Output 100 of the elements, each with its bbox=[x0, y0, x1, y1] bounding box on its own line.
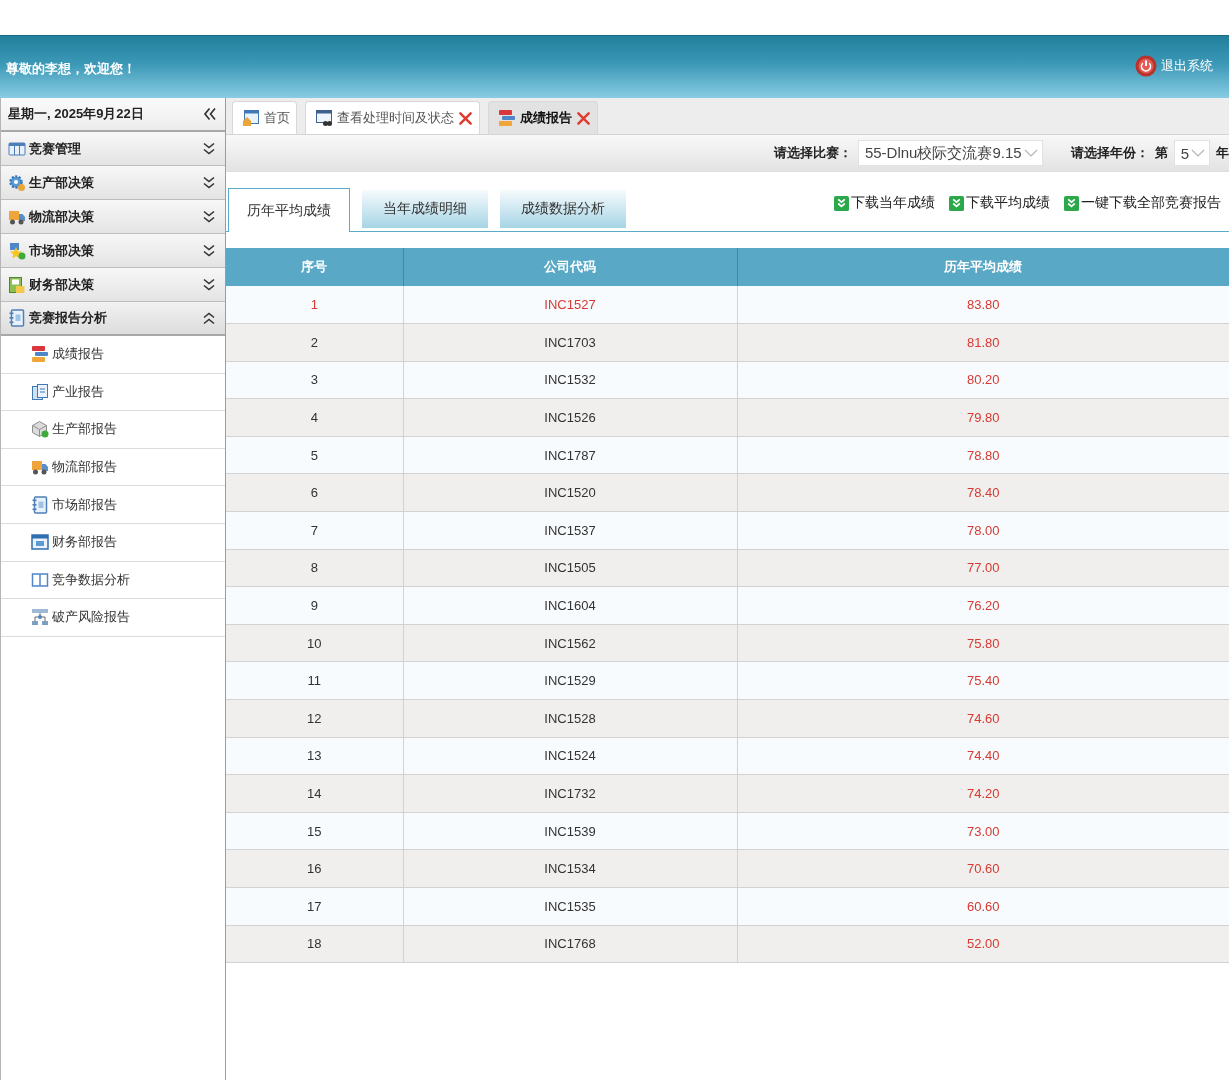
table-cell: INC1539 bbox=[403, 812, 737, 850]
gears-icon bbox=[8, 173, 26, 192]
table-cell: 78.80 bbox=[737, 436, 1229, 474]
table-cell: 15 bbox=[226, 812, 403, 850]
table-cell: INC1528 bbox=[403, 699, 737, 738]
nav-section-header[interactable]: 财务部决策 bbox=[1, 268, 225, 302]
table-cell: 52.00 bbox=[737, 925, 1229, 963]
unit-label: 年 bbox=[1216, 144, 1229, 162]
table-cell: INC1562 bbox=[403, 624, 737, 662]
table-cell: 6 bbox=[226, 473, 403, 512]
table-cell: INC1520 bbox=[403, 473, 737, 512]
box-icon bbox=[31, 420, 49, 439]
table-cell: 12 bbox=[226, 699, 403, 738]
caret-icon bbox=[1023, 149, 1038, 157]
table-cell: 2 bbox=[226, 323, 403, 362]
table-cell: 9 bbox=[226, 586, 403, 625]
table-cell: 17 bbox=[226, 887, 403, 926]
table-cell: 74.40 bbox=[737, 737, 1229, 775]
table-cell: INC1732 bbox=[403, 774, 737, 813]
dropdown-field[interactable]: 55-Dlnu校际交流赛9.15 bbox=[857, 140, 1043, 166]
double-chevron-down-icon bbox=[202, 142, 216, 155]
page-tab[interactable]: 查看处理时间及状态 bbox=[305, 101, 480, 134]
table-icon bbox=[8, 139, 26, 158]
welcome-text: 尊敬的李想，欢迎您！ bbox=[6, 60, 136, 78]
double-chevron-left-icon bbox=[203, 107, 217, 121]
table-cell: 79.80 bbox=[737, 398, 1229, 437]
table-cell: 13 bbox=[226, 737, 403, 775]
table-cell: 1 bbox=[226, 286, 403, 324]
books-icon bbox=[31, 345, 49, 364]
nav-section-header[interactable]: 生产部决策 bbox=[1, 166, 225, 200]
report-tab[interactable]: 当年成绩明细 bbox=[362, 190, 488, 228]
table-cell: 16 bbox=[226, 849, 403, 888]
close-icon[interactable] bbox=[458, 110, 473, 126]
star-badge-icon bbox=[8, 241, 26, 260]
page-tab[interactable]: 成绩报告 bbox=[488, 101, 598, 134]
collapse-button[interactable] bbox=[203, 107, 217, 121]
home-window-icon bbox=[242, 109, 260, 127]
download-link[interactable]: 一键下载全部竞赛报告 bbox=[1064, 194, 1221, 212]
page-tab[interactable]: 首页 bbox=[232, 101, 297, 134]
column-header: 序号 bbox=[226, 248, 403, 286]
columns-icon bbox=[31, 570, 49, 589]
column-header: 历年平均成绩 bbox=[737, 248, 1229, 286]
table-cell: INC1535 bbox=[403, 887, 737, 926]
download-icon bbox=[834, 195, 849, 211]
table-cell: INC1604 bbox=[403, 586, 737, 625]
notebook-icon bbox=[8, 309, 26, 327]
table-cell: INC1524 bbox=[403, 737, 737, 775]
table-cell: 7 bbox=[226, 511, 403, 550]
table-cell: INC1532 bbox=[403, 361, 737, 399]
download-icon bbox=[949, 195, 964, 211]
table-cell: INC1537 bbox=[403, 511, 737, 550]
table-cell: INC1526 bbox=[403, 398, 737, 437]
table-cell: 18 bbox=[226, 925, 403, 963]
table-cell: INC1527 bbox=[403, 286, 737, 324]
table-cell: 76.20 bbox=[737, 586, 1229, 625]
table-cell: 78.40 bbox=[737, 473, 1229, 512]
double-chevron-down-icon bbox=[202, 278, 216, 291]
table-cell: 74.20 bbox=[737, 774, 1229, 813]
double-chevron-down-icon bbox=[202, 176, 216, 189]
table-cell: 77.00 bbox=[737, 549, 1229, 587]
nav-section-header[interactable]: 竞赛管理 bbox=[1, 132, 225, 166]
table-cell: 80.20 bbox=[737, 361, 1229, 399]
table-cell: 14 bbox=[226, 774, 403, 813]
double-chevron-down-icon bbox=[202, 244, 216, 257]
table-cell: 78.00 bbox=[737, 511, 1229, 550]
table-cell: 70.60 bbox=[737, 849, 1229, 888]
caret-icon bbox=[1191, 149, 1205, 157]
table-cell: 75.80 bbox=[737, 624, 1229, 662]
filter-label: 请选择年份： bbox=[1070, 144, 1149, 162]
table-cell: 11 bbox=[226, 661, 403, 700]
table-cell: INC1529 bbox=[403, 661, 737, 700]
network-icon bbox=[31, 608, 49, 627]
download-link[interactable]: 下载当年成绩 bbox=[834, 194, 935, 212]
table-cell: 83.80 bbox=[737, 286, 1229, 324]
table-cell: INC1768 bbox=[403, 925, 737, 963]
report-tab[interactable]: 历年平均成绩 bbox=[228, 188, 350, 232]
notebook-icon bbox=[31, 495, 49, 514]
binocular-window-icon bbox=[315, 109, 333, 127]
download-link[interactable]: 下载平均成绩 bbox=[949, 194, 1050, 212]
dropdown-field[interactable]: 5 bbox=[1173, 140, 1210, 166]
documents-icon bbox=[31, 382, 49, 401]
nav-section-header[interactable]: 物流部决策 bbox=[1, 200, 225, 234]
report-tab[interactable]: 成绩数据分析 bbox=[500, 190, 626, 228]
column-header: 公司代码 bbox=[403, 248, 737, 286]
date-text: 星期一, 2025年9月22日 bbox=[8, 105, 144, 123]
table-cell: 81.80 bbox=[737, 323, 1229, 362]
table-cell: 73.00 bbox=[737, 812, 1229, 850]
table-cell: INC1703 bbox=[403, 323, 737, 362]
ledger-icon bbox=[8, 275, 26, 294]
nav-section-header[interactable]: 竞赛报告分析 bbox=[1, 302, 225, 336]
books-icon bbox=[498, 109, 516, 127]
close-icon[interactable] bbox=[576, 110, 591, 126]
table-cell: 4 bbox=[226, 398, 403, 437]
table-cell: 60.60 bbox=[737, 887, 1229, 926]
nav-section-header[interactable]: 市场部决策 bbox=[1, 234, 225, 268]
table-cell: 74.60 bbox=[737, 699, 1229, 738]
download-icon bbox=[1064, 195, 1079, 211]
truck-icon bbox=[31, 458, 49, 477]
table-cell: INC1787 bbox=[403, 436, 737, 474]
table-cell: INC1505 bbox=[403, 549, 737, 587]
